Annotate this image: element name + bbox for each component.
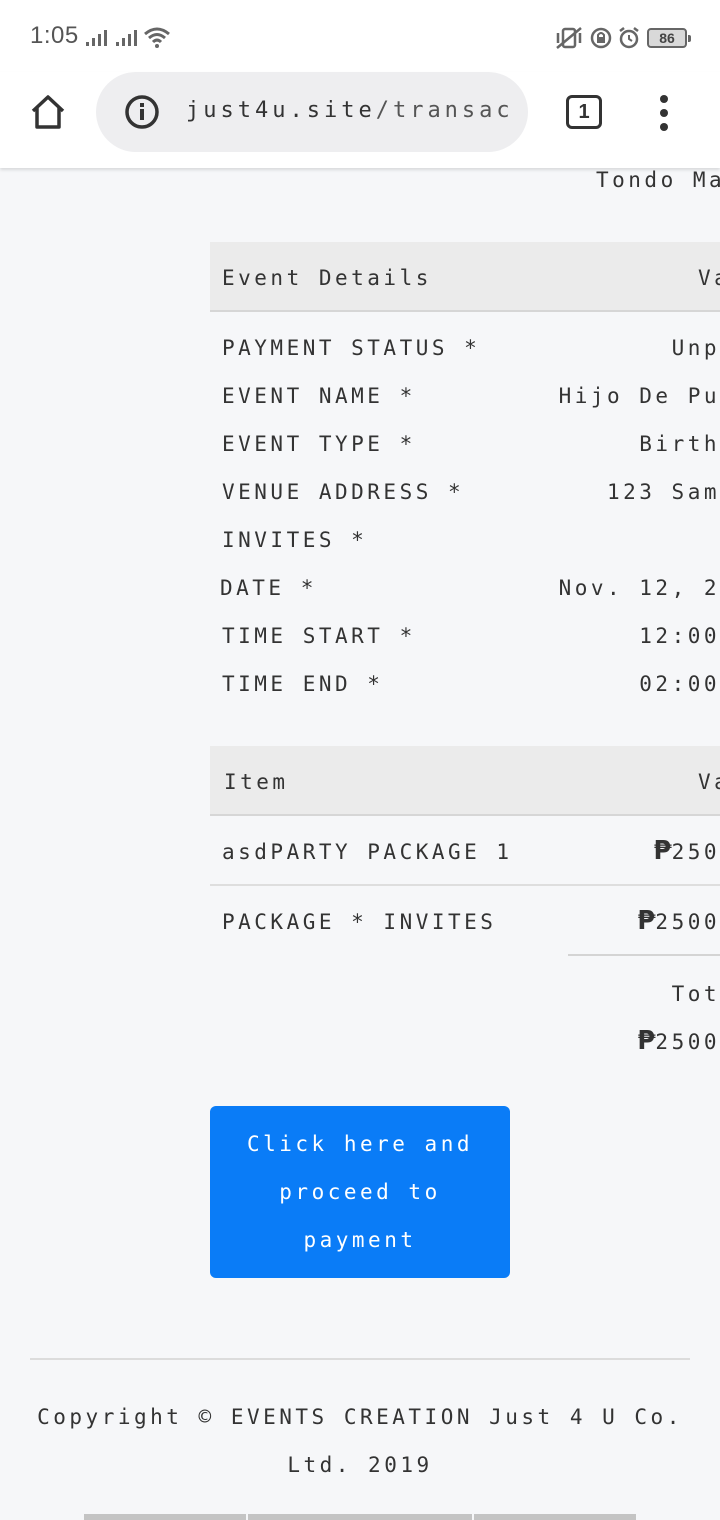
- total-label: Tot: [671, 982, 720, 1006]
- wifi-icon: [144, 27, 170, 48]
- signal-icon: [116, 30, 137, 46]
- battery-icon: 86: [647, 28, 691, 48]
- status-bar: 1:05 86: [0, 0, 720, 72]
- peso-sign: ₱: [637, 906, 656, 936]
- page-content: Tondo Man Event Details Va PAYMENT STATU…: [0, 168, 720, 1520]
- home-icon[interactable]: [28, 92, 68, 132]
- row-label: asdPARTY PACKAGE 1: [222, 840, 513, 864]
- row-label: TIME END *: [222, 672, 384, 696]
- amount: 2500: [655, 910, 720, 934]
- row-label: EVENT NAME *: [222, 384, 416, 408]
- row-value: Unp: [671, 336, 720, 360]
- total-divider: [568, 954, 720, 956]
- scrollbar-segment[interactable]: [84, 1514, 246, 1520]
- scrollbar-segment[interactable]: [474, 1514, 636, 1520]
- row-value: 123 Sam: [606, 480, 720, 504]
- row-value: 02:00: [639, 672, 720, 696]
- row-value: Nov. 12, 2: [558, 576, 720, 600]
- row-label: VENUE ADDRESS *: [222, 480, 465, 504]
- row-value: Hijo De Pu: [558, 384, 720, 408]
- signal-icon: [86, 30, 107, 46]
- row-value: ₱2500: [637, 906, 720, 936]
- row-label: DATE *: [220, 576, 317, 600]
- peso-sign: ₱: [653, 836, 672, 866]
- scrollbar-segment[interactable]: [248, 1514, 472, 1520]
- url-text[interactable]: just4u.site/transac.p: [186, 98, 516, 123]
- row-label: PACKAGE * INVITES: [222, 910, 497, 934]
- row-value: Birth: [639, 432, 720, 456]
- event-table-header-value: Va: [698, 266, 720, 290]
- address-bar[interactable]: just4u.site/transac.p: [96, 72, 528, 152]
- vibrate-icon: [556, 27, 582, 49]
- browser-toolbar: just4u.site/transac.p 1: [0, 72, 720, 168]
- event-table-header-label: Event Details: [222, 266, 432, 290]
- row-value: 12:00: [639, 624, 720, 648]
- row-divider: [210, 884, 720, 886]
- rotation-lock-icon: [590, 27, 612, 49]
- tabs-icon[interactable]: 1: [566, 95, 602, 129]
- row-label: EVENT TYPE *: [222, 432, 416, 456]
- row-label: INVITES *: [222, 528, 368, 552]
- info-icon[interactable]: [124, 94, 160, 130]
- venue-partial-text: Tondo Man: [596, 168, 720, 192]
- menu-icon[interactable]: [654, 94, 674, 132]
- total-value: ₱2500: [637, 1026, 720, 1056]
- row-label: TIME START *: [222, 624, 416, 648]
- url-path: /transac.p: [375, 98, 516, 123]
- peso-sign: ₱: [637, 1026, 656, 1056]
- item-table-header-value: Va: [698, 770, 720, 794]
- amount: 250: [671, 840, 720, 864]
- proceed-to-payment-button[interactable]: Click here and proceed to payment: [210, 1106, 510, 1278]
- status-time: 1:05: [30, 22, 79, 49]
- footer-divider: [30, 1358, 690, 1360]
- item-table-header-label: Item: [224, 770, 289, 794]
- row-label: PAYMENT STATUS *: [222, 336, 481, 360]
- footer-copyright: Copyright © EVENTS CREATION Just 4 U Co.…: [37, 1405, 683, 1477]
- amount: 2500: [655, 1030, 720, 1054]
- url-domain: just4u.site: [186, 98, 376, 123]
- alarm-icon: [619, 27, 639, 49]
- row-value: ₱250: [653, 836, 720, 866]
